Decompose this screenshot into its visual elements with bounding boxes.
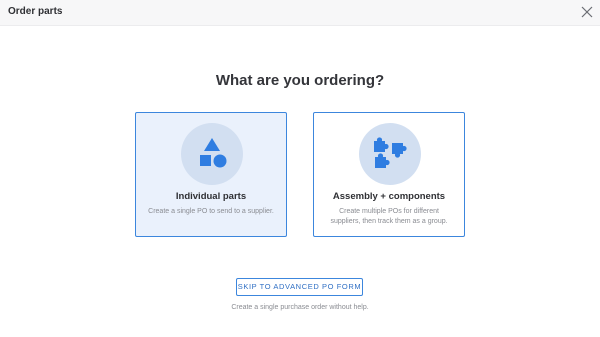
option-title: Individual parts [175, 191, 247, 202]
option-icon-circle [181, 123, 243, 185]
puzzle-pieces-icon [374, 137, 407, 168]
skip-help-text: Create a single purchase order without h… [231, 304, 369, 311]
close-icon[interactable] [580, 5, 594, 19]
option-individual-parts[interactable]: Individual parts Create a single PO to s… [135, 112, 287, 237]
option-title: Assembly + components [332, 191, 446, 202]
option-assembly-components[interactable]: Assembly + components Create multiple PO… [313, 112, 465, 237]
option-icon-circle [359, 123, 421, 185]
page-question: What are you ordering? [215, 72, 385, 89]
option-description: Create a single PO to send to a supplier… [148, 208, 274, 215]
dialog-title: Order parts [8, 6, 63, 17]
dialog-header: Order parts [0, 0, 600, 26]
skip-to-advanced-po-button[interactable]: SKIP TO ADVANCED PO FORM [236, 278, 363, 296]
shapes-icon [200, 138, 227, 168]
option-description: Create multiple POs for different suppli… [330, 208, 448, 225]
